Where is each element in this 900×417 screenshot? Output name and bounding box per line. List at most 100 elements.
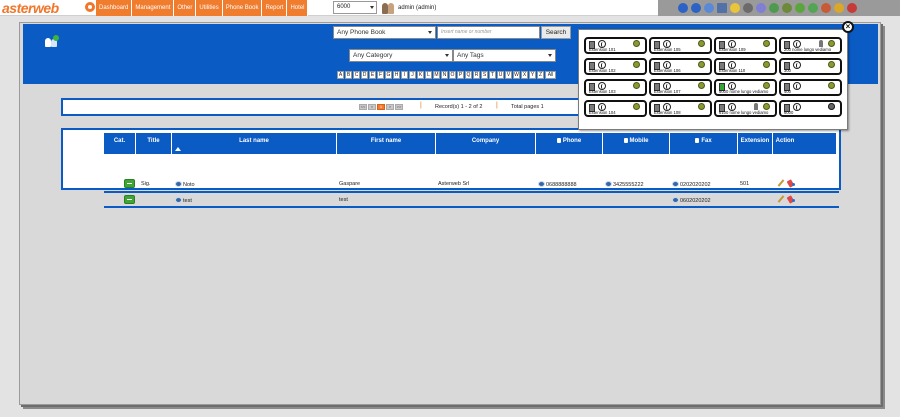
dial-icon[interactable] (672, 181, 679, 187)
extension-tile[interactable]: Extension 102 (584, 58, 647, 75)
extension-tile[interactable]: 200 nome lungo vediamo (779, 37, 842, 54)
cell-mobile[interactable]: 3425555222 (605, 181, 644, 188)
cell-fax[interactable]: 0202020202 (672, 181, 711, 188)
globe-icon[interactable] (704, 3, 714, 13)
delete-icon[interactable] (788, 180, 795, 187)
cell-phone[interactable]: 0688888888 (538, 181, 577, 188)
letter-q[interactable]: Q (465, 71, 472, 79)
dial-icon[interactable] (538, 181, 545, 187)
extension-tile[interactable]: Extension 108 (649, 100, 712, 117)
last-page-button[interactable]: >> (395, 104, 403, 110)
header-fax[interactable]: Fax (670, 133, 738, 154)
category-icon[interactable] (124, 179, 135, 188)
letter-c[interactable]: C (353, 71, 360, 79)
search-button[interactable]: Search (541, 26, 571, 39)
letter-f[interactable]: F (377, 71, 384, 79)
extension-tile[interactable]: 400 (779, 79, 842, 96)
edit-icon[interactable] (777, 196, 784, 203)
extension-tile[interactable]: Extension 101 (584, 37, 647, 54)
delete-icon[interactable] (788, 196, 795, 203)
header-last-name[interactable]: Last name (172, 133, 337, 154)
letter-b[interactable]: B (345, 71, 352, 79)
extension-tile[interactable]: Extension 107 (649, 79, 712, 96)
first-page-button[interactable]: << (359, 104, 367, 110)
cell-fax[interactable]: 0602020202 (672, 197, 711, 204)
add-contact-icon[interactable] (45, 35, 59, 47)
letter-e[interactable]: E (369, 71, 376, 79)
extension-tile[interactable]: Extension 103 (584, 79, 647, 96)
nav-other[interactable]: Other (174, 0, 197, 16)
category-icon[interactable] (124, 195, 135, 204)
letter-l[interactable]: L (425, 71, 432, 79)
page-1-button[interactable]: 1 (377, 104, 385, 110)
header-first-name[interactable]: First name (337, 133, 436, 154)
extension-tile[interactable]: Extension 105 (649, 37, 712, 54)
asterweb-logo[interactable]: asterweb (2, 0, 95, 16)
letter-t[interactable]: T (489, 71, 496, 79)
letter-g[interactable]: G (385, 71, 392, 79)
nav-dashboard[interactable]: Dashboard (96, 0, 133, 16)
category-select[interactable]: Any Category (349, 49, 453, 62)
letter-h[interactable]: H (393, 71, 400, 79)
vcard-icon[interactable] (175, 197, 182, 203)
next-page-button[interactable]: > (386, 104, 394, 110)
extension-tile[interactable]: Extension 106 (649, 58, 712, 75)
search-input[interactable]: Insert name or number (437, 26, 540, 39)
nav-management[interactable]: Management (132, 0, 175, 16)
letter-w[interactable]: W (513, 71, 520, 79)
call-icon[interactable] (756, 3, 766, 13)
extension-tile[interactable]: 6100 nome lungo vediamo (714, 100, 777, 117)
extension-select[interactable]: 6000 (333, 1, 377, 14)
extension-tile[interactable]: 5000 nome lungo vediamo (714, 79, 777, 96)
letter-s[interactable]: S (481, 71, 488, 79)
edit-icon[interactable] (777, 180, 784, 187)
letter-i[interactable]: I (401, 71, 408, 79)
nav-hotel[interactable]: Hotel (287, 0, 309, 16)
nav-phone-book[interactable]: Phone Book (222, 0, 263, 16)
header-category[interactable]: Cat. (104, 133, 136, 154)
info-icon[interactable] (691, 3, 701, 13)
help-icon[interactable] (678, 3, 688, 13)
letter-m[interactable]: M (433, 71, 440, 79)
header-extension[interactable]: Extension (738, 133, 773, 154)
close-icon[interactable]: × (842, 21, 854, 33)
key-icon[interactable] (834, 3, 844, 13)
letter-a[interactable]: A (337, 71, 344, 79)
vcard-icon[interactable] (175, 181, 182, 187)
letter-u[interactable]: U (497, 71, 504, 79)
extension-tile[interactable]: Extension 109 (714, 37, 777, 54)
header-company[interactable]: Company (436, 133, 536, 154)
letter-v[interactable]: V (505, 71, 512, 79)
dial-icon[interactable] (605, 181, 612, 187)
phone-icon[interactable] (743, 3, 753, 13)
extension-tile[interactable]: Extension 110 (714, 58, 777, 75)
extension-tile[interactable]: Extension 104 (584, 100, 647, 117)
nav-utilities[interactable]: Utilities (196, 0, 223, 16)
letter-all[interactable]: All (545, 71, 556, 79)
letter-y[interactable]: Y (529, 71, 536, 79)
letter-k[interactable]: K (417, 71, 424, 79)
header-title[interactable]: Title (136, 133, 172, 154)
transfer-icon[interactable] (769, 3, 779, 13)
phonebook-select[interactable]: Any Phone Book (333, 26, 436, 39)
letter-r[interactable]: R (473, 71, 480, 79)
letter-j[interactable]: J (409, 71, 416, 79)
logout-icon[interactable] (847, 3, 857, 13)
letter-x[interactable]: X (521, 71, 528, 79)
dial-icon[interactable] (672, 197, 679, 203)
nav-report[interactable]: Report (262, 0, 288, 16)
letter-o[interactable]: O (449, 71, 456, 79)
park-icon[interactable] (782, 3, 792, 13)
extension-tile[interactable]: 6000 (779, 100, 842, 117)
record-icon[interactable] (795, 3, 805, 13)
extension-tile[interactable]: 300 (779, 58, 842, 75)
star-icon[interactable] (730, 3, 740, 13)
prev-page-button[interactable]: < (368, 104, 376, 110)
letter-z[interactable]: Z (537, 71, 544, 79)
header-mobile[interactable]: Mobile (603, 133, 670, 154)
play-icon[interactable] (808, 3, 818, 13)
monitor-icon[interactable] (717, 3, 727, 13)
letter-p[interactable]: P (457, 71, 464, 79)
letter-d[interactable]: D (361, 71, 368, 79)
letter-n[interactable]: N (441, 71, 448, 79)
